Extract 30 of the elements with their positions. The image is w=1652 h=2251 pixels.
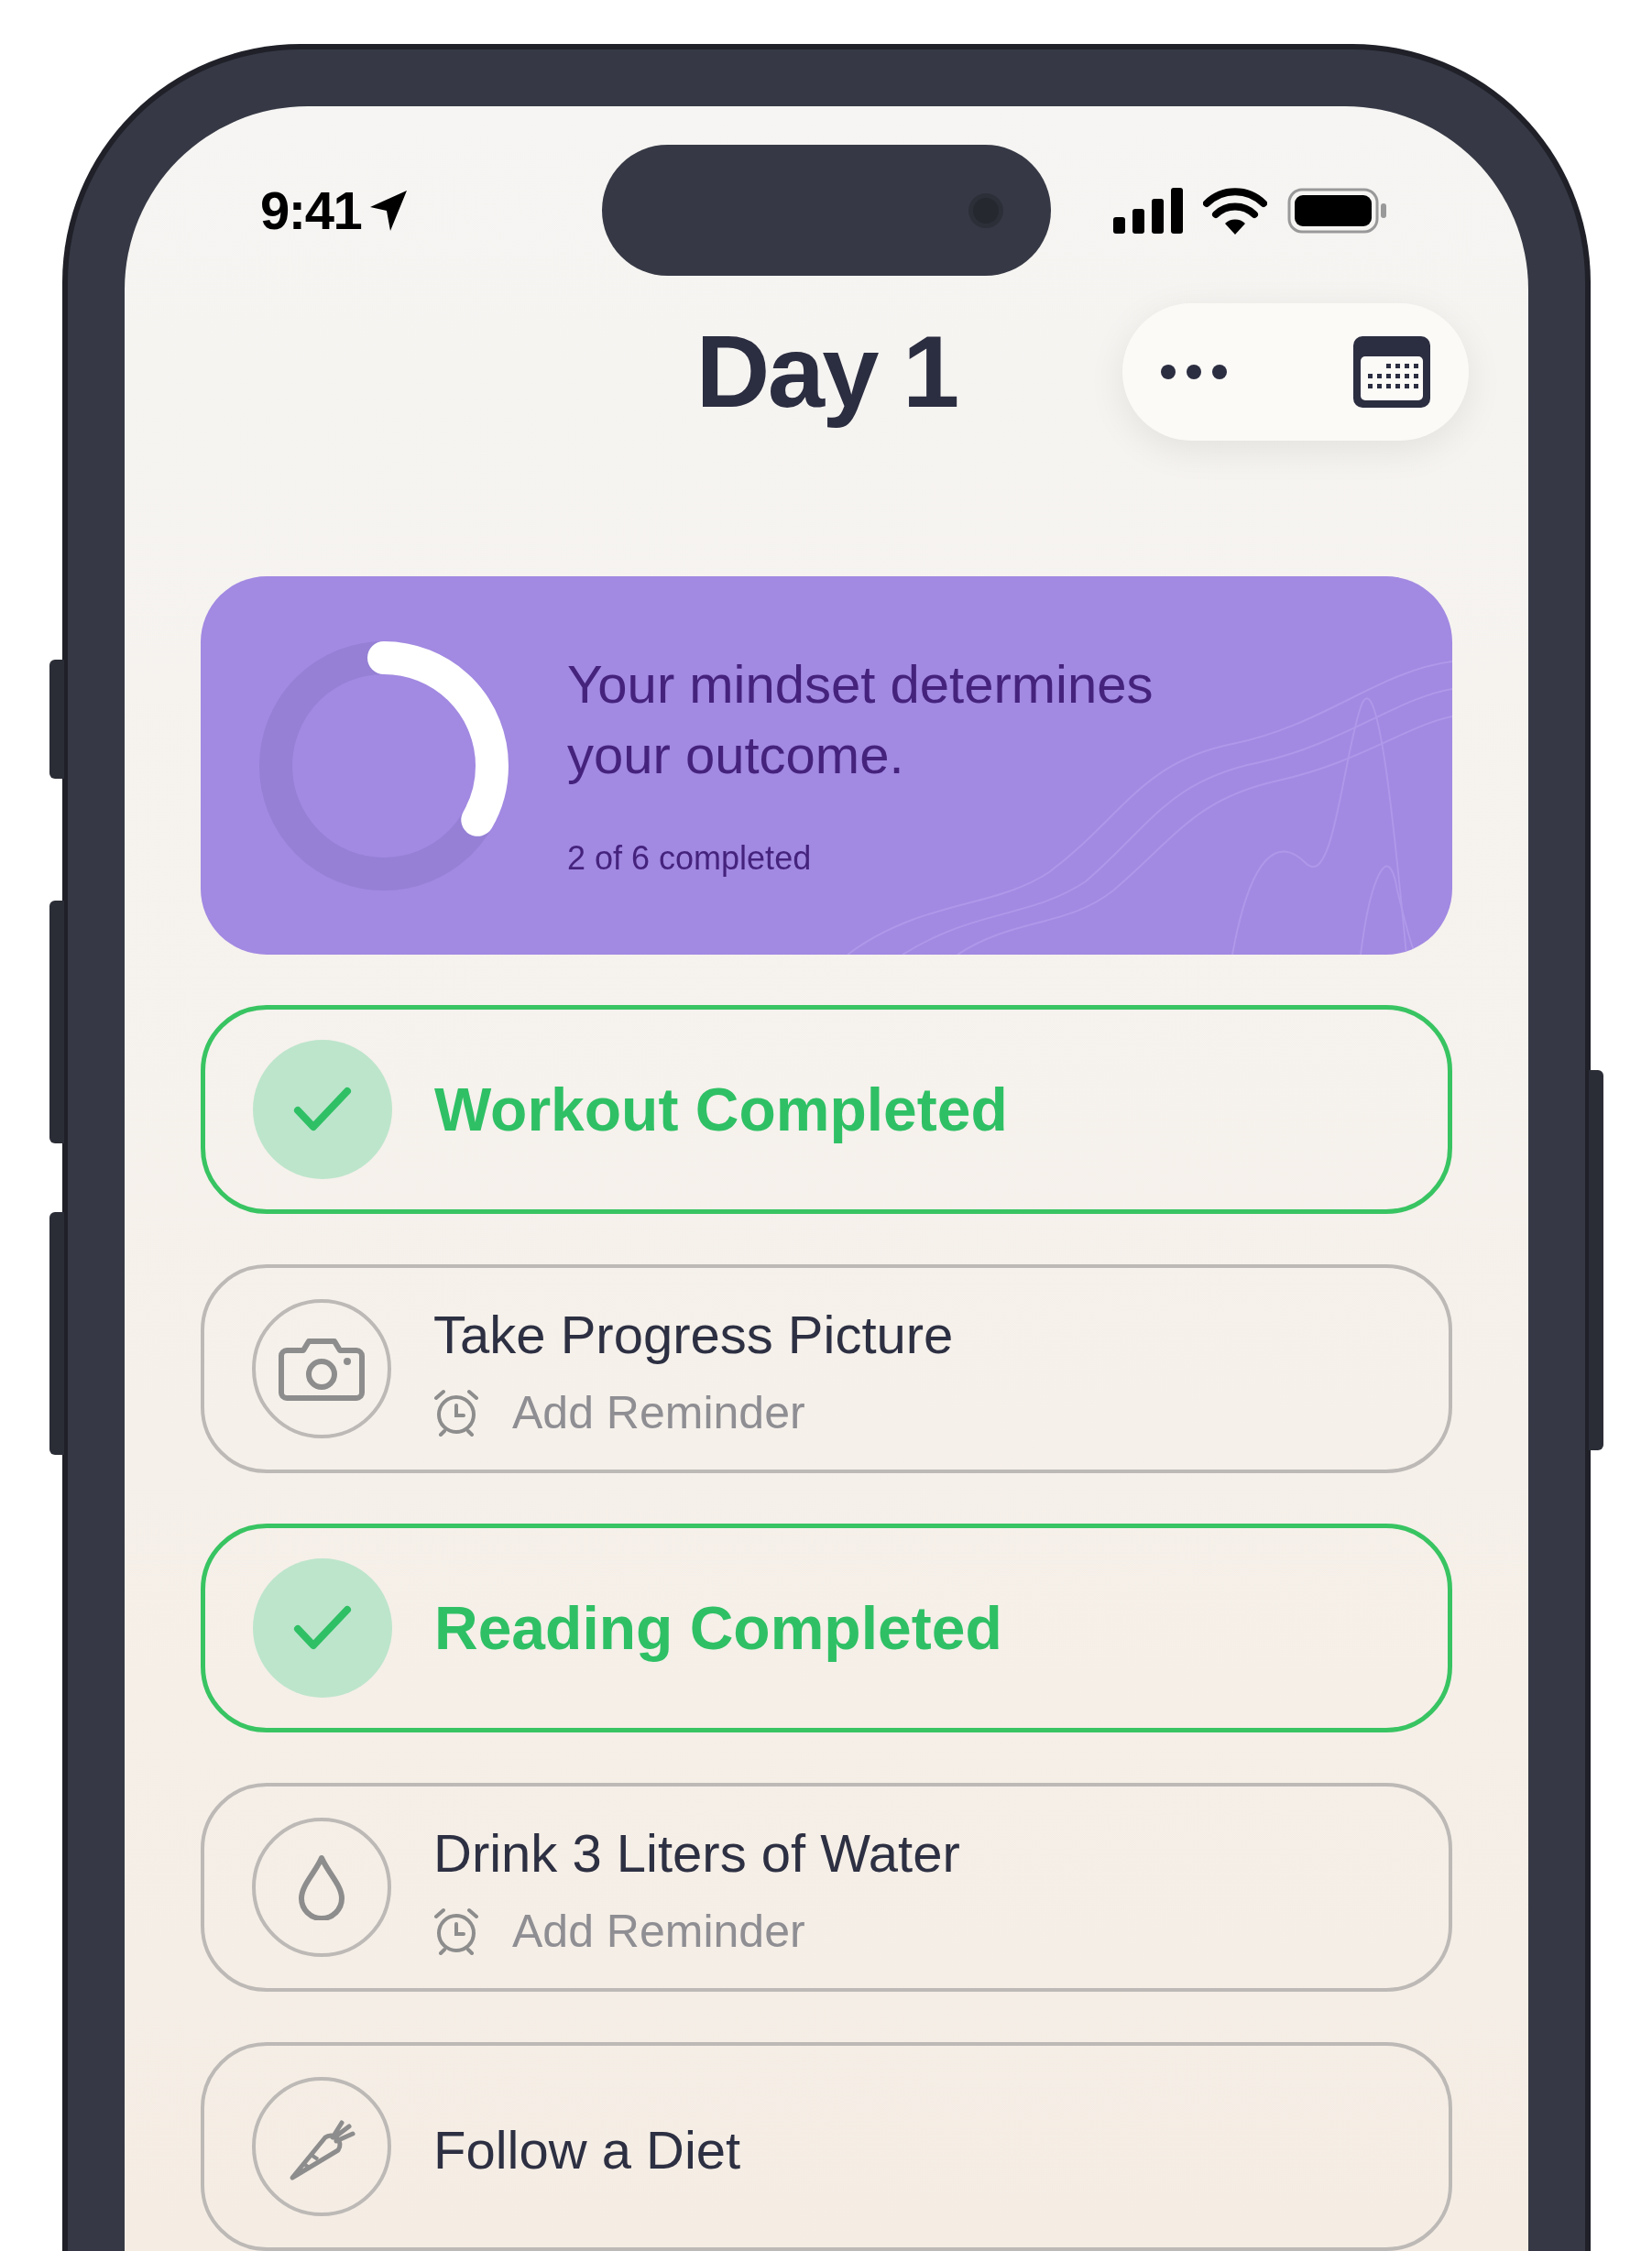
calendar-icon	[1353, 336, 1430, 408]
status-time: 9:41	[260, 180, 362, 242]
location-arrow-icon	[368, 188, 410, 233]
task-title: Follow a Diet	[433, 2124, 741, 2177]
task-card[interactable]: Reading Completed	[201, 1524, 1452, 1732]
camera-icon	[278, 1336, 366, 1402]
task-card[interactable]: Workout Completed	[201, 1005, 1452, 1214]
task-card[interactable]: Follow a Diet	[201, 2042, 1452, 2251]
signal-icon	[1113, 187, 1183, 234]
calendar-button[interactable]	[1353, 336, 1430, 408]
battery-icon	[1287, 187, 1388, 234]
side-button[interactable]	[49, 660, 64, 779]
alarm-clock-icon	[433, 1907, 479, 1955]
side-button[interactable]	[1589, 1070, 1603, 1450]
side-button[interactable]	[49, 1212, 64, 1455]
water-drop-icon	[297, 1854, 346, 1920]
alarm-clock-icon	[433, 1389, 479, 1437]
quote-text: Your mindset determines your outcome.	[567, 652, 1154, 786]
check-icon	[293, 1605, 352, 1651]
task-card[interactable]: Take Progress Picture Add Reminder	[201, 1264, 1452, 1473]
more-icon	[1161, 365, 1227, 379]
add-reminder-link[interactable]: Add Reminder	[512, 1390, 805, 1436]
add-reminder-link[interactable]: Add Reminder	[512, 1908, 805, 1954]
side-button[interactable]	[49, 901, 64, 1143]
page-title: Day 1	[695, 313, 957, 431]
wifi-icon	[1203, 186, 1267, 235]
progress-text: 2 of 6 completed	[567, 837, 813, 879]
task-title: Drink 3 Liters of Water	[433, 1827, 960, 1880]
task-card[interactable]: Drink 3 Liters of Water Add Reminder	[201, 1783, 1452, 1992]
check-icon	[293, 1087, 352, 1132]
